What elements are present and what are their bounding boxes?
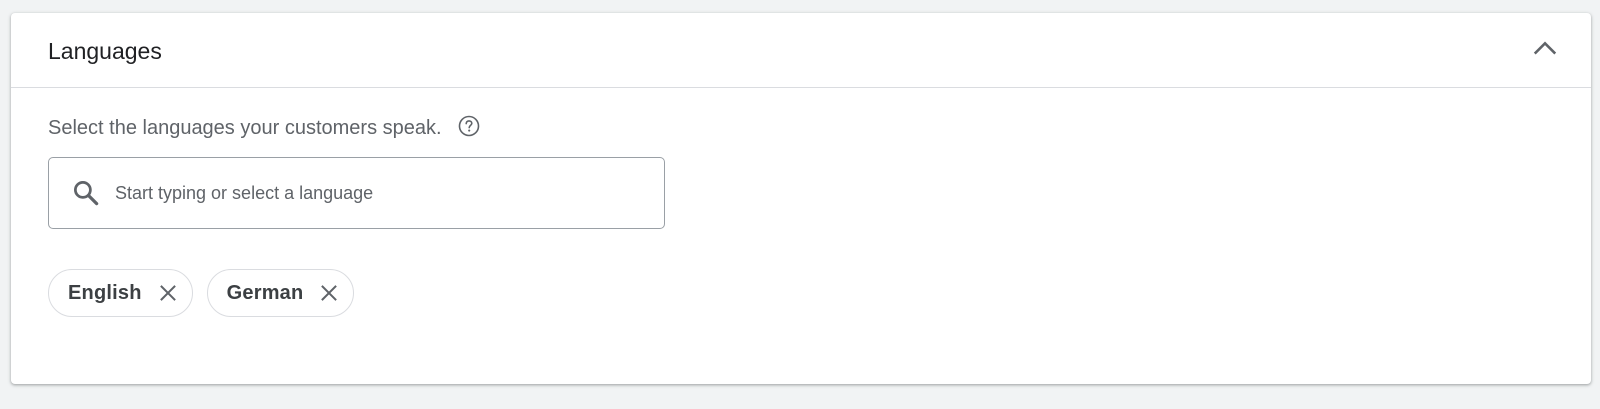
close-icon[interactable] bbox=[156, 281, 180, 305]
languages-card: Languages Select the languages your cust… bbox=[11, 13, 1591, 384]
description-row: Select the languages your customers spea… bbox=[48, 113, 481, 143]
language-chip-english: English bbox=[48, 269, 193, 317]
language-chip-german: German bbox=[206, 269, 355, 317]
language-search-box[interactable] bbox=[48, 157, 665, 229]
chip-label: German bbox=[226, 281, 304, 304]
card-header[interactable]: Languages bbox=[11, 13, 1591, 88]
selected-languages: English German bbox=[48, 269, 355, 317]
description-text: Select the languages your customers spea… bbox=[48, 117, 442, 139]
search-icon bbox=[71, 178, 101, 208]
close-icon[interactable] bbox=[317, 281, 341, 305]
collapse-button[interactable] bbox=[1527, 32, 1563, 68]
section-title: Languages bbox=[48, 38, 162, 64]
chevron-up-icon bbox=[1531, 34, 1559, 67]
help-circle-icon[interactable] bbox=[457, 114, 481, 138]
chip-label: English bbox=[68, 281, 142, 304]
language-search-input[interactable] bbox=[113, 181, 637, 205]
